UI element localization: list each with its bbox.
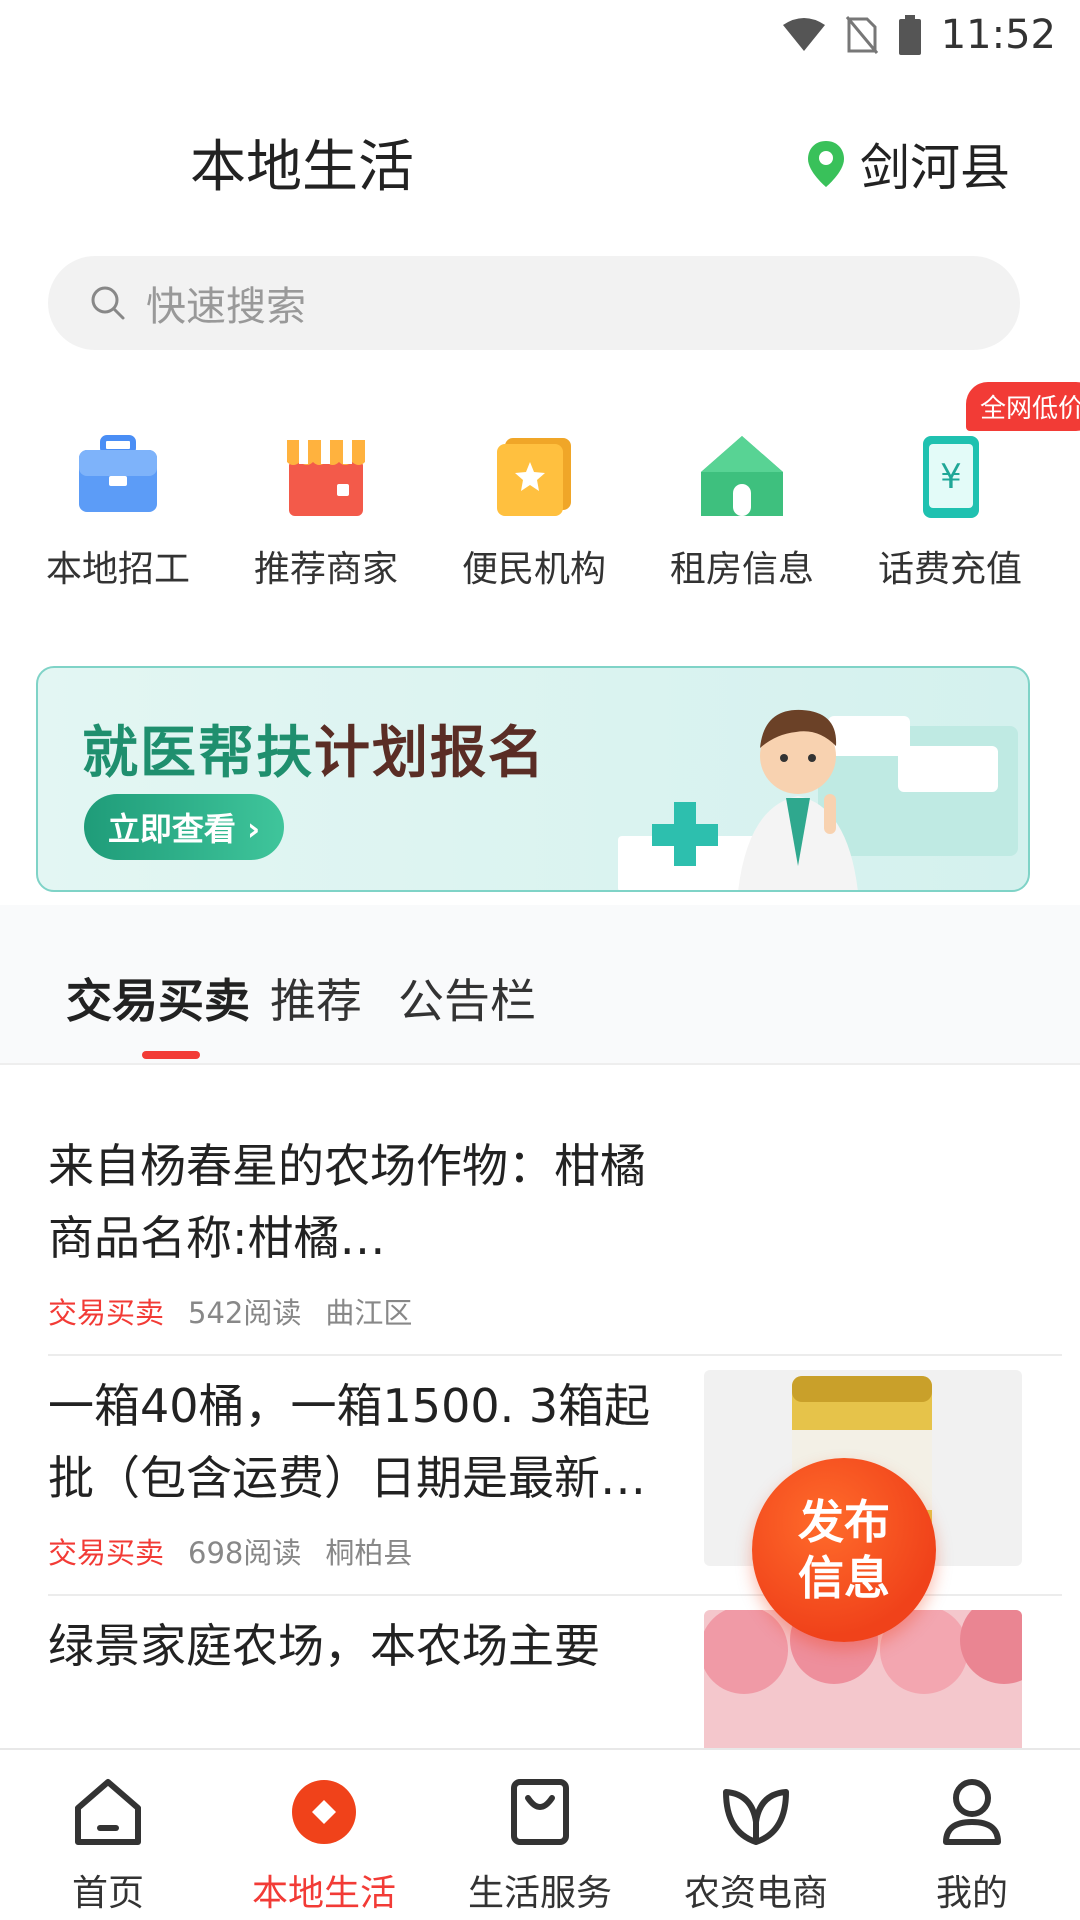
nav-item-local-life[interactable]: 本地生活: [216, 1772, 432, 1916]
feed-item-location: 曲江区: [325, 1296, 413, 1330]
feed-item-title: 一箱40桶，一箱1500. 3箱起批（包含运费）日期是最新…: [48, 1379, 651, 1505]
nav-label: 本地生活: [251, 1873, 396, 1914]
quick-link-label: 租房信息: [669, 549, 814, 590]
local-life-icon: [292, 1780, 356, 1844]
nav-item-agri-ecommerce[interactable]: 农资电商: [648, 1772, 864, 1916]
status-icons: 11:52: [781, 12, 1056, 58]
list-item[interactable]: 绿景家庭农场，本农场主要: [48, 1610, 1062, 1748]
house-icon: [701, 436, 783, 516]
location-pin-icon: [808, 141, 844, 187]
search-icon: [91, 286, 125, 320]
feed-item-location: 桐柏县: [325, 1536, 413, 1570]
tab-active-indicator: [142, 1051, 200, 1059]
feed-item-reads: 698阅读: [188, 1536, 302, 1570]
quick-links: 本地招工 推荐商家 便民机构 租房信息 全网低价 ¥ 话费充值: [0, 382, 1080, 600]
quick-link-label: 推荐商家: [253, 549, 398, 590]
feed-tabs: 交易买卖 推荐 公告栏: [0, 905, 1080, 1065]
location-text: 剑河县: [860, 139, 1010, 197]
nav-label: 首页: [71, 1873, 144, 1914]
tab-recommended[interactable]: 推荐: [270, 965, 362, 1031]
feed-item-meta: 交易买卖 542阅读 曲江区: [48, 1290, 1062, 1332]
nav-label: 生活服务: [467, 1873, 612, 1914]
feed-item-reads: 542阅读: [188, 1296, 302, 1330]
quick-link-label: 便民机构: [461, 549, 606, 590]
banner-title-part2: 计划报名: [314, 721, 546, 786]
banner-view-button[interactable]: 立即查看 ›: [84, 794, 284, 860]
doctor-illustration: [618, 709, 1018, 890]
list-item[interactable]: 来自杨春星的农场作物：柑橘商品名称:柑橘… 交易买卖 542阅读 曲江区: [48, 1130, 1062, 1356]
tab-trading[interactable]: 交易买卖: [66, 965, 250, 1031]
shopping-bag-icon: [511, 1779, 569, 1845]
publish-info-button[interactable]: 发布信息: [752, 1458, 936, 1642]
search-input[interactable]: 快速搜索: [48, 256, 1020, 350]
home-icon: [75, 1779, 141, 1845]
phone-yuan-icon: ¥: [923, 436, 979, 518]
banner-title: 就医帮扶计划报名: [82, 708, 546, 789]
quick-link-phone-recharge[interactable]: 全网低价 ¥ 话费充值: [846, 382, 1080, 600]
feed-item-title: 绿景家庭农场，本农场主要: [48, 1619, 600, 1673]
storefront-icon: [287, 440, 365, 516]
quick-link-label: 话费充值: [877, 549, 1022, 590]
promo-banner[interactable]: 就医帮扶计划报名 立即查看 ›: [36, 666, 1030, 892]
status-bar: 11:52: [0, 0, 1080, 72]
feed-list: 来自杨春星的农场作物：柑橘商品名称:柑橘… 交易买卖 542阅读 曲江区 一箱4…: [0, 1070, 1080, 1748]
status-time: 11:52: [940, 12, 1056, 58]
quick-link-label: 本地招工: [45, 549, 190, 590]
nav-label: 农资电商: [683, 1873, 828, 1914]
nav-item-home[interactable]: 首页: [0, 1772, 216, 1916]
page-title: 本地生活: [190, 135, 414, 200]
nav-item-life-services[interactable]: 生活服务: [432, 1772, 648, 1916]
header: 本地生活 剑河县: [0, 110, 1080, 210]
search-placeholder: 快速搜索: [146, 284, 306, 330]
nav-label: 我的: [935, 1873, 1008, 1914]
feed-item-title: 来自杨春星的农场作物：柑橘商品名称:柑橘…: [48, 1139, 646, 1265]
bottom-nav: 首页 本地生活 生活服务 农资电商 我的: [0, 1748, 1080, 1920]
no-sim-icon: [845, 16, 878, 54]
feed-item-tag: 交易买卖: [48, 1536, 165, 1570]
wifi-icon: [782, 18, 825, 51]
quick-link-public-services[interactable]: 便民机构: [430, 420, 638, 600]
promo-badge: 全网低价: [966, 382, 1080, 431]
battery-icon: [898, 15, 921, 55]
quick-link-rentals[interactable]: 租房信息: [638, 420, 846, 600]
briefcase-icon: [79, 435, 157, 512]
feed-item-tag: 交易买卖: [48, 1296, 165, 1330]
location-selector[interactable]: 剑河县: [806, 128, 1010, 200]
svg-text:¥: ¥: [940, 457, 962, 497]
star-bookmark-icon: [497, 438, 571, 516]
nav-item-profile[interactable]: 我的: [864, 1772, 1080, 1916]
banner-title-part1: 就医帮扶: [82, 721, 314, 786]
tab-bulletin[interactable]: 公告栏: [398, 965, 536, 1031]
user-icon: [943, 1779, 1001, 1845]
quick-link-merchants[interactable]: 推荐商家: [222, 420, 430, 600]
leaf-icon: [723, 1789, 789, 1845]
quick-link-local-jobs[interactable]: 本地招工: [14, 420, 222, 600]
